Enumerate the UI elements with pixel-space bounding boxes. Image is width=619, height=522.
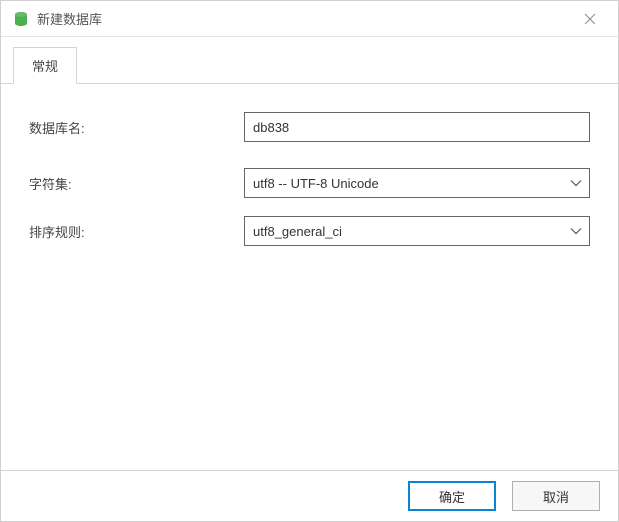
charset-select[interactable]: utf8 -- UTF-8 Unicode [244, 168, 590, 198]
window-title: 新建数据库 [37, 9, 574, 28]
tab-bar: 常规 [1, 37, 618, 84]
db-name-input[interactable] [244, 112, 590, 142]
database-icon [13, 11, 29, 27]
db-name-label: 数据库名: [29, 118, 244, 137]
close-button[interactable] [574, 3, 606, 35]
charset-label: 字符集: [29, 174, 244, 193]
row-charset: 字符集: utf8 -- UTF-8 Unicode [29, 168, 590, 198]
dialog-footer: 确定 取消 [1, 470, 618, 521]
form-area: 数据库名: 字符集: utf8 -- UTF-8 Unicode [1, 84, 618, 470]
tab-general[interactable]: 常规 [13, 47, 77, 84]
close-icon [584, 13, 596, 25]
row-collation: 排序规则: utf8_general_ci [29, 216, 590, 246]
collation-select[interactable]: utf8_general_ci [244, 216, 590, 246]
ok-button[interactable]: 确定 [408, 481, 496, 511]
cancel-button[interactable]: 取消 [512, 481, 600, 511]
dialog-content: 常规 数据库名: 字符集: utf8 -- UTF-8 Unicode [1, 37, 618, 521]
titlebar: 新建数据库 [1, 1, 618, 37]
create-database-dialog: 新建数据库 常规 数据库名: 字符集: [0, 0, 619, 522]
charset-value: utf8 -- UTF-8 Unicode [253, 176, 379, 191]
row-db-name: 数据库名: [29, 112, 590, 142]
collation-label: 排序规则: [29, 222, 244, 241]
collation-value: utf8_general_ci [253, 224, 342, 239]
